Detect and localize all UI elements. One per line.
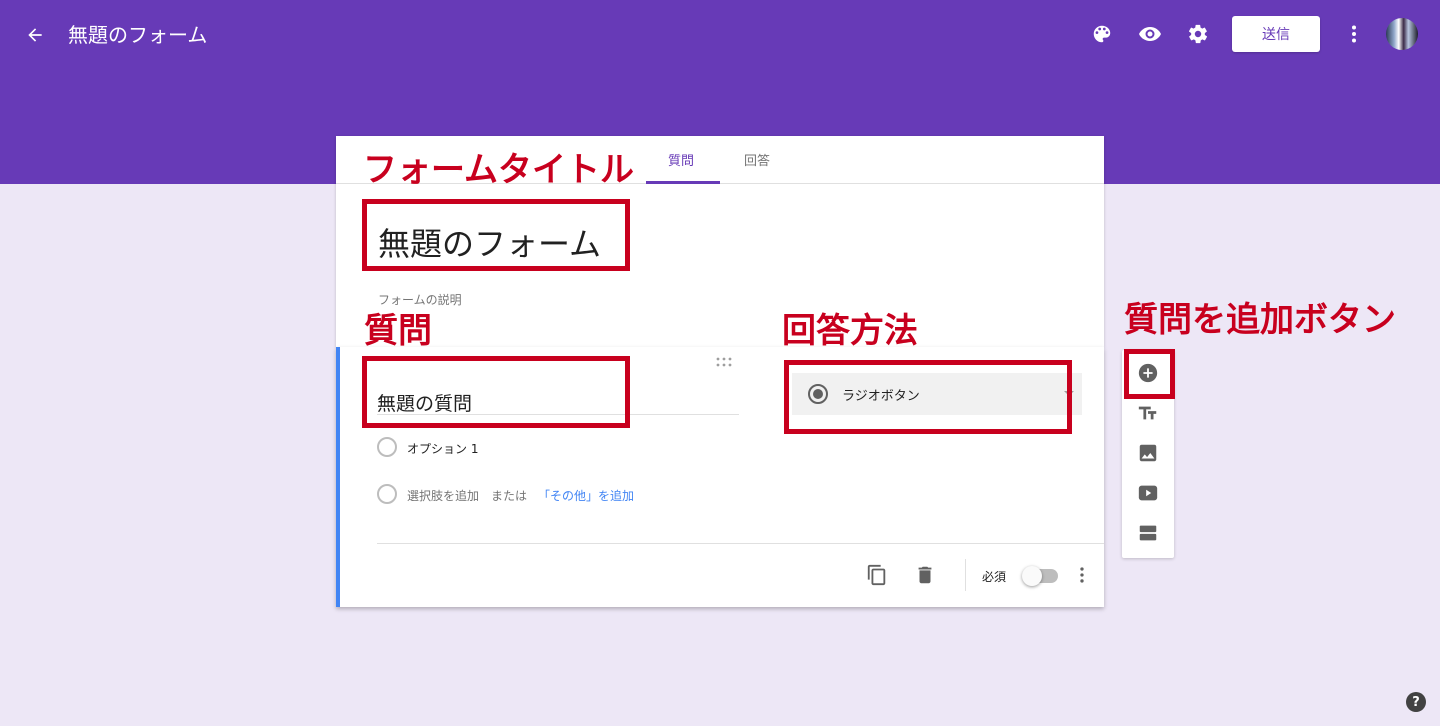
add-video-icon[interactable] [1136, 481, 1160, 505]
annotation-question-box [362, 356, 630, 428]
annotation-question-label: 質問 [364, 311, 432, 351]
required-toggle[interactable] [1022, 566, 1058, 586]
app-bar: 無題のフォーム 送信 [0, 0, 1440, 70]
form-description-input[interactable]: フォームの説明 [378, 291, 462, 308]
tab-indicator [646, 181, 720, 184]
more-vert-icon[interactable] [1342, 22, 1366, 46]
option-radio-icon[interactable] [377, 437, 397, 457]
annotation-answer-type-box [784, 360, 1072, 434]
add-option-radio-icon [377, 484, 397, 504]
option-1-input[interactable]: オプション 1 [407, 440, 478, 457]
add-title-icon[interactable] [1136, 401, 1160, 425]
duplicate-icon[interactable] [865, 563, 889, 587]
annotation-form-title-box [362, 199, 630, 271]
required-label: 必須 [982, 570, 1007, 584]
app-title: 無題のフォーム [68, 23, 208, 47]
annotation-answer-type-label: 回答方法 [782, 311, 918, 351]
annotation-form-title-label: フォームタイトル [363, 150, 634, 190]
add-other-link[interactable]: 「その他」を追加 [538, 487, 634, 504]
add-image-icon[interactable] [1136, 441, 1160, 465]
question-footer-divider [377, 543, 1104, 544]
tab-questions[interactable]: 質問 [668, 150, 694, 169]
footer-separator [965, 559, 966, 591]
delete-icon[interactable] [913, 563, 937, 587]
back-arrow-icon[interactable] [22, 22, 48, 48]
tab-responses[interactable]: 回答 [744, 150, 770, 169]
avatar[interactable] [1386, 18, 1418, 50]
send-button[interactable]: 送信 [1232, 16, 1320, 52]
add-section-icon[interactable] [1136, 521, 1160, 545]
annotation-add-question-label: 質問を追加ボタン [1124, 300, 1396, 340]
toggle-knob [1022, 566, 1042, 586]
or-text: または [491, 489, 528, 503]
eye-icon[interactable] [1138, 22, 1162, 46]
annotation-add-question-box [1124, 349, 1175, 399]
gear-icon[interactable] [1186, 22, 1210, 46]
drag-handle-icon[interactable] [714, 353, 734, 367]
add-option-link[interactable]: 選択肢を追加 [407, 487, 479, 504]
help-icon[interactable]: ? [1406, 692, 1426, 712]
palette-icon[interactable] [1090, 22, 1114, 46]
question-more-icon[interactable] [1070, 563, 1094, 587]
